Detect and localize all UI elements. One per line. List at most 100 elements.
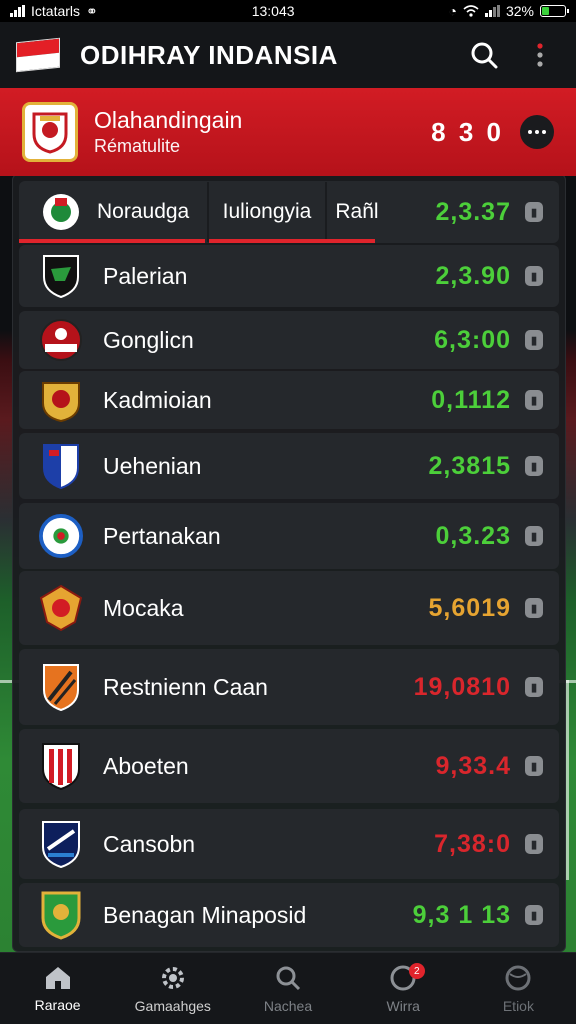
app-header: ODIHRAY INDANSIA	[0, 22, 576, 88]
shield-badge-icon	[39, 891, 83, 940]
team-name: Uehenian	[103, 452, 202, 479]
nav-more-label: Etiok	[502, 997, 534, 1014]
team-name: Restnienn Caan	[103, 673, 268, 700]
club-crest-icon	[22, 102, 78, 162]
signal-icon	[10, 5, 25, 17]
status-bar: Ictatarls ⚭ 13:043 ◔ 32%	[0, 0, 576, 22]
flag-icon	[16, 37, 60, 73]
featured-score: 8 3 0	[431, 116, 504, 147]
notification-badge: 2	[408, 963, 425, 979]
tab-second[interactable]: Iuliongyia	[209, 181, 325, 243]
info-chip-icon[interactable]: ▮	[525, 677, 543, 697]
info-chip-icon[interactable]: ▮	[525, 456, 543, 476]
team-value: 7,38:0	[434, 829, 511, 858]
battery-percent: 32%	[505, 3, 534, 19]
team-name: Cansobn	[103, 830, 196, 857]
nav-more[interactable]: Etiok	[461, 953, 576, 1024]
battery-icon	[539, 5, 569, 17]
team-value: 0,3.23	[435, 521, 511, 550]
tab-first[interactable]: Noraudga	[19, 181, 207, 243]
tab-third-label: Rañl	[335, 200, 379, 223]
tab-first-label: Noraudga	[97, 200, 190, 223]
team-row[interactable]: Palerian 2,3.90 ▮	[19, 245, 559, 307]
nav-home[interactable]: Raraoe	[0, 953, 115, 1024]
team-row[interactable]: Kadmioian 0,1112 ▮	[19, 371, 559, 429]
link-icon: ⚭	[86, 2, 98, 19]
team-row[interactable]: Pertanakan 0,3.23 ▮	[19, 503, 559, 569]
team-name: Kadmioian	[103, 386, 212, 413]
team-row[interactable]: Aboeten 9,33.4 ▮	[19, 729, 559, 803]
gear-icon	[161, 966, 184, 989]
team-value: 19,0810	[413, 672, 511, 701]
team-row[interactable]: Mocaka 5,6019 ▮	[19, 571, 559, 645]
team-row[interactable]: Restnienn Caan 19,0810 ▮	[19, 649, 559, 725]
team-badge-icon	[39, 190, 83, 234]
info-chip-icon[interactable]: ▮	[525, 756, 543, 776]
more-vertical-icon	[537, 43, 543, 67]
nav-notifications-label: Wirra	[386, 997, 420, 1014]
carrier-label: Ictatarls	[31, 3, 81, 19]
nav-notifications[interactable]: 2 Wirra	[346, 953, 461, 1024]
round-badge-icon	[39, 512, 83, 560]
info-chip-icon[interactable]: ▮	[525, 330, 543, 350]
shield-badge-icon	[39, 442, 83, 490]
tab-indicator	[209, 239, 375, 243]
team-row[interactable]: Cansobn 7,38:0 ▮	[19, 809, 559, 879]
team-row[interactable]: Uehenian 2,3815 ▮	[19, 433, 559, 499]
overflow-menu-button[interactable]	[520, 35, 560, 75]
team-row[interactable]: Benagan Minaposid 9,3 1 13 ▮	[19, 883, 559, 947]
shield-badge-icon	[39, 252, 83, 300]
info-chip-icon[interactable]: ▮	[525, 202, 543, 222]
clock: 13:043	[251, 3, 295, 19]
info-chip-icon[interactable]: ▮	[525, 526, 543, 546]
featured-more-button[interactable]	[520, 115, 554, 149]
search-icon	[276, 966, 301, 990]
team-name: Aboeten	[103, 752, 189, 779]
standings-list: Noraudga Iuliongyia Rañl 2,3.37 ▮ Paleri…	[12, 174, 566, 952]
info-chip-icon[interactable]: ▮	[525, 390, 543, 410]
featured-title: Olahandingain	[94, 107, 243, 133]
team-name: Benagan Minaposid	[103, 901, 307, 928]
tab-third[interactable]: Rañl	[327, 181, 387, 243]
team-value: 9,3 1 13	[412, 900, 511, 929]
alarm-icon: ◔	[448, 3, 457, 19]
round-badge-icon	[39, 316, 83, 364]
info-chip-icon[interactable]: ▮	[525, 905, 543, 925]
shield-badge-icon	[39, 820, 83, 869]
team-value: 9,33.4	[435, 751, 511, 780]
active-tab-indicator	[19, 239, 205, 243]
nav-search[interactable]: Nachea	[230, 953, 345, 1024]
team-row[interactable]: Gonglicn 6,3:00 ▮	[19, 311, 559, 369]
featured-subtitle: Rématulite	[94, 136, 181, 156]
tab-row-value: 2,3.37	[435, 197, 511, 226]
featured-match[interactable]: Olahandingain Rématulite 8 3 0	[0, 88, 576, 176]
cell-signal-icon	[484, 5, 500, 17]
team-value: 2,3.90	[435, 261, 511, 290]
team-value: 6,3:00	[434, 325, 511, 354]
nav-games[interactable]: Gamaahges	[115, 953, 230, 1024]
app-title: ODIHRAY INDANSIA	[80, 39, 338, 70]
info-chip-icon[interactable]: ▮	[525, 834, 543, 854]
info-chip-icon[interactable]: ▮	[525, 266, 543, 286]
home-icon	[45, 966, 70, 989]
striped-shield-icon	[39, 742, 83, 791]
team-value: 0,1112	[431, 385, 511, 414]
crest-badge-icon	[39, 584, 83, 632]
team-value: 2,3815	[428, 451, 511, 480]
nav-home-label: Raraoe	[34, 996, 81, 1013]
tabs-row: Noraudga Iuliongyia Rañl 2,3.37 ▮	[19, 181, 559, 243]
team-name: Mocaka	[103, 594, 184, 621]
shield-badge-icon	[39, 663, 83, 712]
info-chip-icon[interactable]: ▮	[525, 598, 543, 618]
globe-icon	[505, 965, 531, 990]
tab-second-label: Iuliongyia	[222, 200, 312, 223]
team-name: Palerian	[103, 262, 188, 289]
bottom-navigation: Raraoe Gamaahges Nachea 2 Wirra Etiok	[0, 952, 576, 1024]
crest-badge-icon	[39, 376, 83, 424]
nav-games-label: Gamaahges	[134, 997, 211, 1014]
team-value: 5,6019	[428, 593, 511, 622]
team-name: Gonglicn	[103, 326, 194, 353]
search-button[interactable]	[464, 35, 504, 75]
wifi-icon	[463, 5, 479, 17]
search-icon	[471, 42, 498, 69]
